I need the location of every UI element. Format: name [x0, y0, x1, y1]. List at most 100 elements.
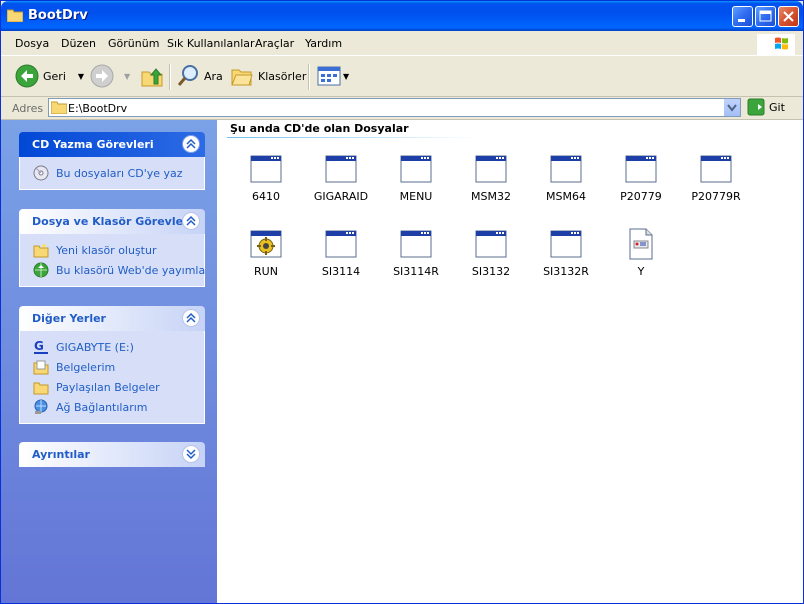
search-button[interactable]: Ara: [176, 62, 223, 90]
panel-title: Ayrıntılar: [32, 448, 90, 461]
views-button[interactable]: ▼: [317, 62, 349, 90]
title-bar[interactable]: BootDrv: [1, 1, 803, 31]
config-file-icon: [629, 228, 653, 260]
menu-file[interactable]: Dosya: [15, 37, 49, 50]
my-documents-icon: [33, 360, 49, 375]
group-divider: [227, 137, 477, 138]
minimize-icon: [738, 19, 745, 22]
go-arrow-icon: [747, 98, 765, 116]
views-icon: [317, 66, 341, 86]
task-label: Belgelerim: [56, 361, 116, 374]
panel-body: G GIGABYTE (E:) Belgelerim Paylaşılan Be…: [19, 331, 205, 424]
collapse-button[interactable]: [182, 135, 200, 153]
task-label: GIGABYTE (E:): [56, 341, 134, 354]
forward-dropdown-icon[interactable]: ▼: [124, 72, 130, 81]
network-icon: [34, 399, 48, 414]
search-label: Ara: [204, 69, 223, 83]
place-my-documents[interactable]: Belgelerim: [20, 357, 204, 377]
file-item[interactable]: SI3114R: [381, 228, 451, 288]
file-item[interactable]: SI3132R: [531, 228, 601, 288]
folder-icon: [7, 9, 23, 22]
file-item[interactable]: GIGARAID: [306, 153, 376, 213]
file-name: GIGARAID: [313, 190, 369, 203]
file-item[interactable]: MSM64: [531, 153, 601, 213]
file-item[interactable]: MENU: [381, 153, 451, 213]
file-item[interactable]: MSM32: [456, 153, 526, 213]
task-pane: CD Yazma Görevleri Bu dosyaları CD'ye ya…: [1, 120, 217, 603]
file-name: P20779R: [691, 190, 741, 203]
file-item[interactable]: SI3132: [456, 228, 526, 288]
task-burn-cd[interactable]: Bu dosyaları CD'ye yaz: [20, 163, 204, 183]
back-button[interactable]: Geri ▼: [15, 62, 84, 90]
panel-header[interactable]: CD Yazma Görevleri: [19, 132, 205, 157]
application-icon: [550, 155, 582, 183]
collapse-button[interactable]: [182, 309, 200, 327]
menu-edit[interactable]: Düzen: [61, 37, 96, 50]
panel-header[interactable]: Diğer Yerler: [19, 306, 205, 331]
application-icon: [550, 230, 582, 258]
file-name: SI3132R: [543, 265, 589, 278]
explorer-window: BootDrv Dosya Düzen Görünüm Sık Kullanıl…: [0, 0, 804, 604]
menu-tools[interactable]: Araçlar: [255, 37, 294, 50]
address-label: Adres: [12, 102, 44, 115]
file-item[interactable]: Y: [606, 228, 676, 288]
address-value: E:\BootDrv: [68, 102, 128, 115]
task-new-folder[interactable]: Yeni klasör oluştur: [20, 240, 204, 260]
other-places-panel: Diğer Yerler G GIGABYTE (E:) Belgelerim …: [19, 306, 205, 424]
close-icon: [783, 11, 794, 22]
folders-button[interactable]: Klasörler: [230, 62, 306, 90]
place-network-connections[interactable]: Ağ Bağlantılarım: [20, 397, 204, 417]
panel-body: Bu dosyaları CD'ye yaz: [19, 157, 205, 190]
panel-title: CD Yazma Görevleri: [32, 138, 154, 151]
close-button[interactable]: [778, 6, 799, 27]
application-icon: [625, 155, 657, 183]
toolbar-separator: [308, 64, 310, 90]
place-shared-documents[interactable]: Paylaşılan Belgeler: [20, 377, 204, 397]
file-item[interactable]: P20779R: [681, 153, 751, 213]
shared-documents-icon: [33, 382, 49, 395]
file-name: 6410: [252, 190, 280, 203]
toolbar: Geri ▼ ▼ Ara Klasörler ▼: [1, 56, 803, 97]
task-label: Bu klasörü Web'de yayımla: [56, 264, 206, 277]
back-dropdown-icon[interactable]: ▼: [78, 72, 84, 81]
maximize-button[interactable]: [755, 6, 776, 27]
application-icon: [475, 230, 507, 258]
file-item[interactable]: 6410: [231, 153, 301, 213]
address-input[interactable]: E:\BootDrv: [48, 98, 741, 117]
back-arrow-icon: [15, 64, 39, 88]
expand-button[interactable]: [182, 445, 200, 463]
group-title: Şu anda CD'de olan Dosyalar: [230, 122, 409, 135]
file-item[interactable]: SI3114: [306, 228, 376, 288]
chevron-up-icon: [186, 312, 196, 323]
folders-label: Klasörler: [258, 69, 307, 83]
panel-body: Yeni klasör oluştur Bu klasörü Web'de ya…: [19, 234, 205, 287]
chevron-down-icon: [186, 449, 196, 460]
minimize-button[interactable]: [732, 6, 753, 27]
file-item[interactable]: P20779: [606, 153, 676, 213]
forward-button[interactable]: ▼: [90, 62, 130, 90]
publish-web-icon: [33, 262, 49, 278]
forward-arrow-icon: [90, 64, 114, 88]
menu-bar: Dosya Düzen Görünüm Sık Kullanılanlar Ar…: [1, 31, 803, 56]
panel-header[interactable]: Ayrıntılar: [19, 442, 205, 467]
place-gigabyte-drive[interactable]: G GIGABYTE (E:): [20, 337, 204, 357]
file-folder-tasks-panel: Dosya ve Klasör Görevleri Yeni klasör ol…: [19, 209, 205, 287]
folder-up-icon: [141, 68, 163, 87]
file-view: Şu anda CD'de olan Dosyalar 6410 GIGARAID…: [217, 120, 803, 603]
batch-file-icon: [250, 230, 282, 258]
window-title: BootDrv: [28, 8, 88, 23]
drive-icon: G: [34, 339, 48, 354]
go-button[interactable]: Git: [747, 98, 785, 116]
chevron-up-icon: [186, 138, 196, 149]
collapse-button[interactable]: [182, 212, 200, 230]
file-item[interactable]: RUN: [231, 228, 301, 288]
up-button[interactable]: [140, 62, 164, 90]
address-dropdown-button[interactable]: [723, 99, 740, 116]
task-publish-web[interactable]: Bu klasörü Web'de yayımla: [20, 260, 206, 280]
menu-help[interactable]: Yardım: [305, 37, 342, 50]
menu-view[interactable]: Görünüm: [108, 37, 159, 50]
menu-favorites[interactable]: Sık Kullanılanlar: [167, 37, 255, 50]
views-dropdown-icon[interactable]: ▼: [343, 72, 349, 81]
application-icon: [325, 155, 357, 183]
panel-header[interactable]: Dosya ve Klasör Görevleri: [19, 209, 205, 234]
